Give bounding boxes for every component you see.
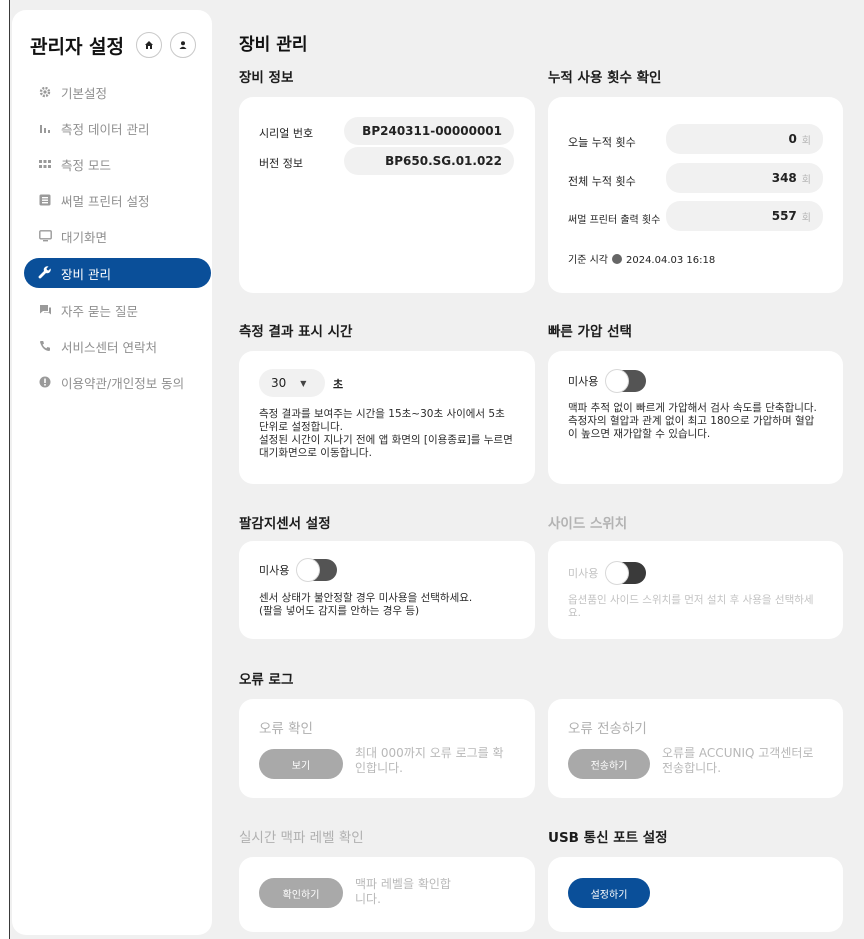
sidebar-item-label: 써멀 프린터 설정 (61, 193, 150, 209)
pulse-level-desc: 맥파 레벨을 확인합 니다. (355, 877, 451, 906)
clock-icon (611, 254, 622, 264)
version-value: BP650.SG.01.022 (344, 147, 514, 175)
monitor-icon (38, 229, 52, 243)
sidebar-item-label: 장비 관리 (61, 266, 111, 282)
bar-chart-icon (38, 121, 52, 135)
device-info-card: 시리얼 번호 BP240311-00000001 버전 정보 BP650.SG.… (239, 97, 535, 293)
pulse-level-title: 실시간 맥파 레벨 확인 (239, 830, 364, 846)
sidebar-item-basic-settings[interactable]: 기본설정 (24, 77, 211, 107)
info-icon (38, 375, 52, 389)
arm-sensor-card: 미사용 센서 상태가 불안정할 경우 미사용을 선택하세요. (팔을 넣어도 감… (239, 541, 535, 639)
arm-sensor-toggle[interactable] (297, 559, 338, 581)
fast-pressure-desc: 맥파 추적 없이 빠르게 가압해서 검사 속도를 단축합니다. 측정자의 혈압과… (568, 402, 817, 440)
arm-sensor-desc: 센서 상태가 불안정할 경우 미사용을 선택하세요. (팔을 넣어도 감지를 안… (259, 592, 473, 617)
side-switch-toggle[interactable] (606, 562, 647, 584)
today-count-value: 0회 (666, 124, 823, 154)
side-switch-desc: 옵션품인 사이드 스위치를 먼저 설치 후 사용을 선택하세 요. (568, 594, 814, 619)
sidebar-item-standby-screen[interactable]: 대기화면 (24, 221, 211, 251)
user-icon[interactable] (170, 32, 196, 58)
total-count-value: 348 회 (666, 163, 823, 193)
error-log-title: 오류 로그 (239, 672, 294, 688)
serial-value: BP240311-00000001 (344, 117, 514, 145)
sidebar-item-label: 측정 모드 (61, 157, 111, 173)
phone-icon (38, 339, 52, 353)
home-icon[interactable] (136, 32, 162, 58)
sidebar-item-terms[interactable]: 이용약관/개인정보 동의 (24, 367, 211, 397)
arm-sensor-title: 팔감지센서 설정 (239, 516, 331, 532)
total-count-label: 전체 누적 횟수 (568, 175, 636, 188)
wrench-icon (38, 266, 52, 280)
serial-label: 시리얼 번호 (259, 127, 314, 140)
sidebar-item-label: 기본설정 (61, 85, 108, 101)
sidebar-item-label: 자주 묻는 질문 (61, 303, 138, 319)
sidebar-item-faq[interactable]: 자주 묻는 질문 (24, 295, 211, 325)
sidebar-item-thermal-printer[interactable]: 써멀 프린터 설정 (24, 185, 211, 215)
list-icon (38, 193, 52, 207)
usb-port-settings-button[interactable]: 설정하기 (568, 878, 650, 908)
sidebar-title: 관리자 설정 (30, 36, 125, 58)
grid-icon (38, 157, 52, 171)
printer-count-value: 557 회 (666, 201, 823, 231)
sidebar-item-label: 대기화면 (61, 229, 108, 245)
fast-pressure-toggle-row: 미사용 (568, 370, 647, 392)
display-time-unit: 초 (333, 378, 344, 391)
sidebar-item-label: 이용약관/개인정보 동의 (61, 375, 185, 391)
display-time-select[interactable]: 30 ▼ (259, 369, 325, 397)
display-time-title: 측정 결과 표시 시간 (239, 324, 353, 340)
sidebar: 관리자 설정 기본설정 측정 데이터 관리 측정 모드 써멀 프린터 설정 대기… (12, 10, 212, 935)
sidebar-item-label: 서비스센터 연락처 (61, 339, 157, 355)
reference-time: 기준 시각 2024.04.03 16:18 (568, 254, 716, 266)
chevron-down-icon: ▼ (300, 378, 307, 388)
today-count-label: 오늘 누적 횟수 (568, 136, 636, 149)
usage-card: 오늘 누적 횟수 0회 전체 누적 횟수 348 회 써멀 프린터 출력 횟수 5… (548, 97, 843, 293)
pulse-level-card: 확인하기 맥파 레벨을 확인합 니다. (239, 857, 535, 932)
chat-icon (38, 303, 52, 317)
error-check-desc: 최대 000까지 오류 로그를 확 인합니다. (355, 746, 504, 775)
send-error-log-button[interactable]: 전송하기 (568, 749, 650, 779)
usb-port-title: USB 통신 포트 설정 (548, 830, 668, 846)
fast-pressure-toggle[interactable] (606, 370, 647, 392)
fast-pressure-card: 미사용 맥파 추적 없이 빠르게 가압해서 검사 속도를 단축합니다. 측정자의… (548, 351, 843, 484)
version-label: 버전 정보 (259, 157, 303, 170)
error-send-title: 오류 전송하기 (568, 721, 647, 737)
side-switch-toggle-row: 미사용 (568, 562, 647, 584)
sidebar-item-device-management[interactable]: 장비 관리 (24, 258, 211, 288)
sidebar-item-measurement-mode[interactable]: 측정 모드 (24, 149, 211, 179)
error-check-title: 오류 확인 (259, 721, 313, 737)
device-info-title: 장비 정보 (239, 70, 294, 86)
error-send-desc: 오류를 ACCUNIQ 고객센터로 전송합니다. (662, 746, 814, 775)
error-send-card: 오류 전송하기 전송하기 오류를 ACCUNIQ 고객센터로 전송합니다. (548, 699, 843, 798)
fast-pressure-title: 빠른 가압 선택 (548, 324, 632, 340)
usb-port-card: 설정하기 (548, 857, 843, 932)
gear-icon (38, 85, 52, 99)
error-check-card: 오류 확인 보기 최대 000까지 오류 로그를 확 인합니다. (239, 699, 535, 798)
display-time-card: 30 ▼ 초 측정 결과를 보여주는 시간을 15초~30초 사이에서 5초 단위… (239, 351, 535, 484)
sidebar-item-measurement-data[interactable]: 측정 데이터 관리 (24, 113, 211, 143)
view-error-log-button[interactable]: 보기 (259, 749, 343, 779)
usage-title: 누적 사용 횟수 확인 (548, 70, 662, 86)
side-switch-card: 미사용 옵션품인 사이드 스위치를 먼저 설치 후 사용을 선택하세 요. (548, 541, 843, 639)
sidebar-item-label: 측정 데이터 관리 (61, 121, 150, 137)
page-title: 장비 관리 (239, 35, 308, 55)
arm-sensor-toggle-row: 미사용 (259, 559, 338, 581)
sidebar-item-service-center[interactable]: 서비스센터 연락처 (24, 331, 211, 361)
display-time-desc: 측정 결과를 보여주는 시간을 15초~30초 사이에서 5초 단위로 설정합니… (259, 408, 513, 459)
check-pulse-level-button[interactable]: 확인하기 (259, 878, 343, 908)
printer-count-label: 써멀 프린터 출력 횟수 (568, 215, 661, 226)
side-switch-title: 사이드 스위치 (548, 516, 628, 532)
